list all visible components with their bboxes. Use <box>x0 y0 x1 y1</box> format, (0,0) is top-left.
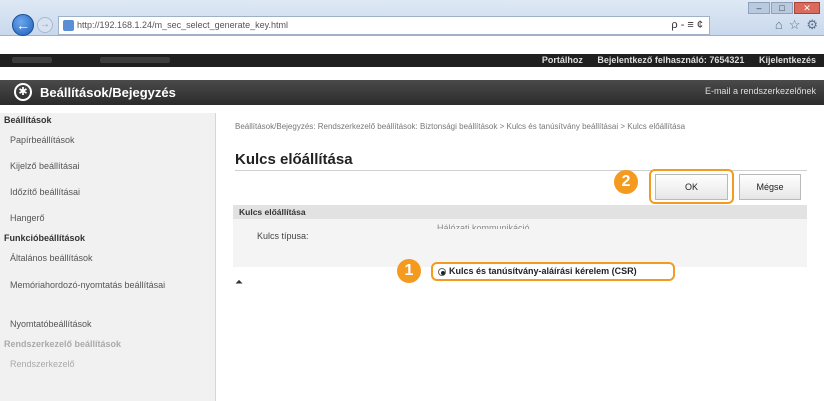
sidebar-item-display[interactable]: Kijelző beállításai <box>0 153 215 179</box>
main-content: Beállítások/Bejegyzés: Rendszerkezelő be… <box>225 113 824 401</box>
back-arrow-icon[interactable]: ← <box>12 14 34 36</box>
sidebar-item-admin[interactable]: Rendszerkezelő <box>0 351 215 377</box>
option-network[interactable]: Hálózati kommunikáció <box>437 223 530 229</box>
sidebar-item-printer[interactable]: Nyomtatóbeállítások <box>0 311 215 337</box>
close-button[interactable]: ✕ <box>794 2 820 14</box>
step-badge-1: 1 <box>397 259 421 283</box>
gear-icon[interactable]: ⚙ <box>806 17 818 33</box>
browser-nav-icons: ⌂ ☆ ⚙ <box>775 17 818 33</box>
sidebar-item-general[interactable]: Általános beállítások <box>0 245 215 271</box>
url-text: http://192.168.1.24/m_sec_select_generat… <box>77 20 288 30</box>
to-top-icon[interactable]: ⏶ <box>235 277 243 288</box>
app-title: Beállítások/Bejegyzés <box>40 85 176 100</box>
sidebar-item-memory-print[interactable]: Memóriahordozó-nyomtatás beállításai <box>0 271 215 311</box>
csr-option-highlight[interactable]: Kulcs és tanúsítvány-aláírási kérelem (C… <box>431 262 675 281</box>
sidebar-item-paper[interactable]: Papírbeállítások <box>0 127 215 153</box>
logout-link[interactable]: Kijelentkezés <box>759 55 816 65</box>
top-links: Portálhoz Bejelentkező felhasználó: 7654… <box>530 55 816 65</box>
forward-arrow-icon[interactable]: → <box>37 17 53 33</box>
star-icon[interactable]: ☆ <box>789 17 801 33</box>
home-icon[interactable]: ⌂ <box>775 17 783 33</box>
breadcrumb: Beállítások/Bejegyzés: Rendszerkezelő be… <box>235 122 686 131</box>
cancel-button[interactable]: Mégse <box>739 174 801 200</box>
sidebar: Beállítások Papírbeállítások Kijelző beá… <box>0 113 216 401</box>
sidebar-section-functions: Funkcióbeállítások <box>4 233 86 243</box>
browser-chrome: – □ ✕ ← → http://192.168.1.24/m_sec_sele… <box>0 0 824 36</box>
settings-icon: ✱ <box>14 83 32 101</box>
app-header: ✱ Beállítások/Bejegyzés E-mail a rendsze… <box>0 80 824 105</box>
mail-admin-link[interactable]: E-mail a rendszerkezelőnek <box>705 86 816 96</box>
option-csr-label[interactable]: Kulcs és tanúsítvány-aláírási kérelem (C… <box>449 266 637 276</box>
blurred-logo <box>12 57 52 63</box>
logged-in-user: Bejelentkező felhasználó: 7654321 <box>597 55 745 65</box>
top-bar: Portálhoz Bejelentkező felhasználó: 7654… <box>0 54 824 67</box>
key-type-label: Kulcs típusa: <box>257 231 309 241</box>
window-controls: – □ ✕ <box>748 2 820 14</box>
page-icon <box>63 20 74 31</box>
portal-link[interactable]: Portálhoz <box>542 55 583 65</box>
maximize-button[interactable]: □ <box>771 2 793 14</box>
search-refresh-icons[interactable]: ρ - ≡ ¢ <box>671 17 703 34</box>
minimize-button[interactable]: – <box>748 2 770 14</box>
sidebar-item-timer[interactable]: Időzítő beállításai <box>0 179 215 205</box>
step-badge-2: 2 <box>614 170 638 194</box>
sidebar-section-settings: Beállítások <box>4 115 52 125</box>
blurred-product <box>100 57 170 63</box>
sidebar-item-volume[interactable]: Hangerő <box>0 205 215 231</box>
sidebar-section-admin: Rendszerkezelő beállítások <box>4 339 122 349</box>
section-header: Kulcs előállítása <box>233 205 807 219</box>
address-bar[interactable]: http://192.168.1.24/m_sec_select_generat… <box>58 16 710 35</box>
ok-button[interactable]: OK <box>655 174 728 200</box>
radio-selected-icon[interactable] <box>438 268 446 276</box>
page-title: Kulcs előállítása <box>235 151 353 168</box>
